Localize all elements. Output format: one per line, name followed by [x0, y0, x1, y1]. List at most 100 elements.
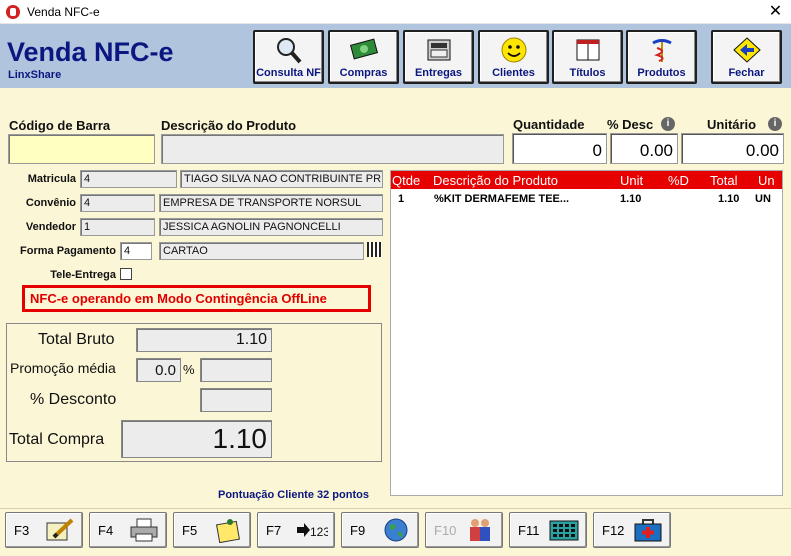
discount-input[interactable]: 0.00	[610, 133, 678, 164]
company-name: LinxShare	[8, 69, 62, 81]
back-arrow-icon	[732, 37, 761, 63]
f10-button[interactable]: F10	[425, 512, 503, 548]
f7-label: F7	[266, 523, 282, 538]
qr-code-icon[interactable]	[367, 242, 382, 257]
app-icon	[6, 5, 20, 19]
f3-button[interactable]: F3	[5, 512, 83, 548]
clientes-button[interactable]: Clientes	[478, 30, 549, 84]
items-table-header: Qtde Descrição do Produto Unit %D Total …	[391, 171, 782, 189]
window: Venda NFC-e ✕ Venda NFC-e LinxShare Cons…	[0, 0, 791, 556]
matricula-name-field: TIAGO SILVA NAO CONTRIBUINTE PR	[180, 170, 383, 188]
cell-total: 1.10	[718, 193, 740, 205]
f4-label: F4	[98, 523, 114, 538]
vendedor-name-field: JESSICA AGNOLIN PAGNONCELLI	[159, 218, 383, 236]
f4-button[interactable]: F4	[89, 512, 167, 548]
magnifier-icon	[276, 38, 301, 64]
contingency-warning-text: NFC-e operando em Modo Contingência OffL…	[30, 291, 327, 306]
total-bruto-label: Total Bruto	[38, 331, 115, 348]
contingency-warning: NFC-e operando em Modo Contingência OffL…	[22, 285, 371, 312]
pagamento-label: Forma Pagamento	[20, 245, 116, 257]
f5-button[interactable]: F5	[173, 512, 251, 548]
f7-button[interactable]: F7 123	[257, 512, 335, 548]
total-bruto-value: 1.10	[136, 328, 272, 352]
description-input[interactable]	[161, 134, 504, 164]
desconto-label: % Desconto	[30, 391, 117, 408]
svg-text:123: 123	[310, 525, 328, 539]
consulta-nf-button[interactable]: Consulta NF	[253, 30, 324, 84]
money-icon	[349, 38, 378, 60]
produtos-button[interactable]: Produtos	[626, 30, 697, 84]
quantity-input[interactable]: 0	[512, 133, 607, 164]
f9-button[interactable]: F9	[341, 512, 419, 548]
cell-unit: 1.10	[620, 193, 642, 205]
title-bar: Venda NFC-e ✕	[0, 0, 791, 24]
notepad-pin-icon	[216, 519, 240, 543]
close-button[interactable]: ✕	[760, 0, 791, 24]
promocao-amount-field	[200, 358, 272, 382]
barcode-label: Código de Barra	[9, 118, 111, 133]
page-title: Venda NFC-e	[7, 37, 174, 67]
toolbar-label: Títulos	[569, 67, 606, 79]
items-table[interactable]: Qtde Descrição do Produto Unit %D Total …	[390, 170, 783, 496]
book-icon	[576, 39, 599, 61]
compras-button[interactable]: Compras	[328, 30, 399, 84]
globe-icon	[384, 518, 408, 542]
people-icon	[470, 519, 490, 541]
quantity-label: Quantidade	[513, 117, 585, 132]
edit-pencil-icon	[46, 518, 74, 541]
pagamento-name-field: CARTAO	[159, 242, 364, 260]
vendedor-code-field[interactable]: 1	[80, 218, 155, 236]
toolbar-label: Clientes	[492, 67, 535, 79]
discount-label: % Desc	[607, 117, 654, 132]
total-compra-value: 1.10	[121, 420, 272, 458]
column-header: Unit	[620, 173, 644, 188]
tele-entrega-checkbox[interactable]	[120, 268, 132, 280]
titulos-button[interactable]: Títulos	[552, 30, 623, 84]
cell-unidade: UN	[755, 193, 771, 205]
pagamento-code-field[interactable]: 4	[120, 242, 152, 260]
unit-price-input[interactable]: 0.00	[681, 133, 784, 164]
toolbar-label: Consulta NF	[256, 67, 321, 79]
convenio-label: Convênio	[25, 197, 76, 209]
info-icon[interactable]: i	[768, 117, 782, 131]
promocao-media-label: Promoção média	[10, 360, 116, 376]
column-header: Un	[758, 173, 775, 188]
f12-label: F12	[602, 523, 625, 538]
f10-label: F10	[434, 523, 457, 538]
medical-kit-icon	[634, 519, 662, 542]
f3-label: F3	[14, 523, 30, 538]
fechar-button[interactable]: Fechar	[711, 30, 782, 84]
desconto-field[interactable]	[200, 388, 272, 412]
entregas-button[interactable]: Entregas	[403, 30, 474, 84]
column-header: Total	[710, 173, 738, 188]
f11-label: F11	[518, 523, 540, 538]
f11-button[interactable]: F11	[509, 512, 587, 548]
vendedor-label: Vendedor	[25, 221, 76, 233]
barcode-input[interactable]	[8, 134, 155, 164]
toolbar-label: Fechar	[728, 67, 765, 79]
cell-qtde: 1	[398, 193, 405, 205]
f12-button[interactable]: F12	[593, 512, 671, 548]
column-header: %D	[668, 173, 689, 188]
column-header: Descrição do Produto	[433, 173, 559, 188]
percent-sign: %	[183, 362, 195, 377]
printer-icon	[130, 518, 158, 542]
total-compra-label: Total Compra	[9, 431, 105, 448]
cash-register-icon	[427, 39, 450, 61]
matricula-code-field[interactable]: 4	[80, 170, 177, 188]
promocao-media-value: 0.0	[136, 358, 181, 382]
smiley-icon	[501, 37, 526, 63]
toolbar-label: Produtos	[637, 67, 686, 79]
tele-entrega-label: Tele-Entrega	[50, 269, 116, 281]
arrow-123-icon: 123	[297, 523, 328, 539]
customer-points: Pontuação Cliente 32 pontos	[218, 489, 369, 501]
convenio-name-field: EMPRESA DE TRANSPORTE NORSUL	[159, 194, 383, 212]
toolbar-label: Entregas	[414, 67, 463, 79]
caduceus-icon	[651, 39, 672, 62]
unit-price-label: Unitário	[707, 117, 757, 132]
toolbar-label: Compras	[339, 67, 388, 79]
column-header: Qtde	[392, 173, 421, 188]
info-icon[interactable]: i	[661, 117, 675, 131]
convenio-code-field[interactable]: 4	[80, 194, 155, 212]
f5-label: F5	[182, 523, 198, 538]
